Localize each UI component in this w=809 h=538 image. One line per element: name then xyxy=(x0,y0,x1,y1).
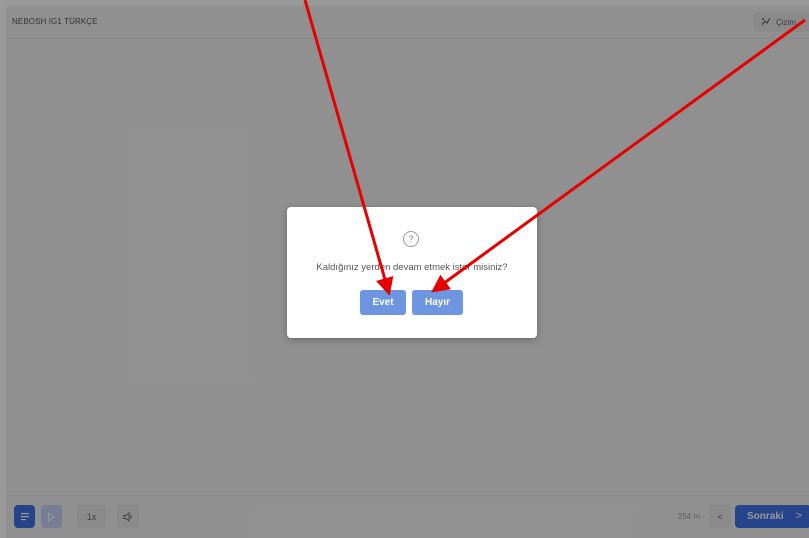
dialog-message: Kaldığınız yerden devam etmek ister misi… xyxy=(316,262,508,273)
question-icon: ? xyxy=(403,231,419,247)
no-button[interactable]: Hayır xyxy=(412,290,463,315)
resume-dialog: ? Kaldığınız yerden devam etmek ister mi… xyxy=(287,207,537,338)
yes-button[interactable]: Evet xyxy=(360,290,406,315)
